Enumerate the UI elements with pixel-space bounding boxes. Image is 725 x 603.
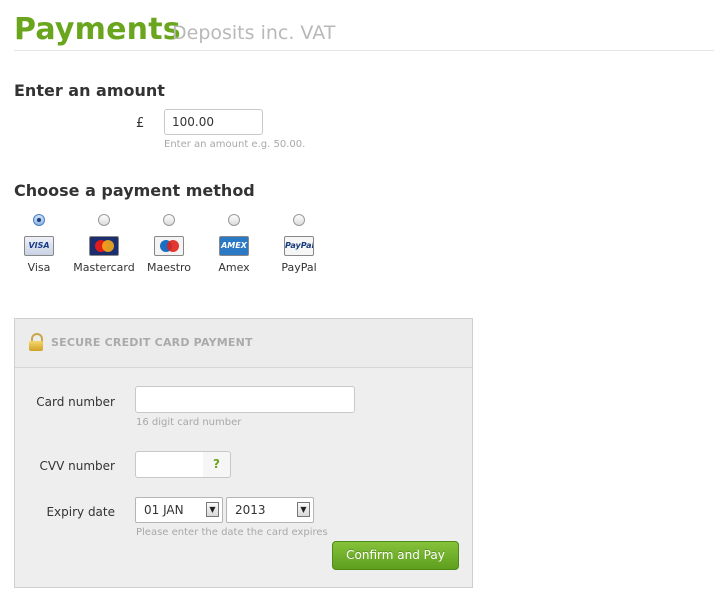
lock-icon [29,333,43,351]
expiry-hint: Please enter the date the card expires [136,527,328,538]
page-header: Payments Deposits inc. VAT [14,10,714,51]
payment-option-maestro[interactable]: Maestro [136,214,202,274]
mastercard-radio[interactable] [98,214,110,226]
card-number-label: Card number [36,395,115,409]
expiry-year-value: 2013 [235,503,266,517]
expiry-year-select[interactable]: 2013 ▼ [226,497,314,523]
card-number-hint: 16 digit card number [136,417,242,428]
secure-panel-title: SECURE CREDIT CARD PAYMENT [51,336,253,349]
payment-option-mastercard[interactable]: Mastercard [71,214,137,274]
currency-symbol: £ [136,116,145,131]
maestro-label: Maestro [146,261,192,274]
paypal-icon: PayPal [284,236,314,256]
card-number-input[interactable] [135,386,355,413]
amex-radio[interactable] [228,214,240,226]
page-subtitle: Deposits inc. VAT [172,22,336,44]
expiry-label: Expiry date [46,505,115,519]
page-title: Payments [14,12,181,47]
amount-heading: Enter an amount [14,81,165,100]
amex-label: Amex [218,261,250,274]
paypal-label: PayPal [281,261,317,274]
maestro-icon [154,236,184,256]
payment-option-amex[interactable]: AMEX Amex [201,214,267,274]
amount-input[interactable]: 100.00 [164,109,263,135]
payment-method-heading: Choose a payment method [14,181,255,200]
cvv-label: CVV number [39,459,115,473]
expiry-month-select[interactable]: 01 JAN ▼ [135,497,223,523]
cvv-help-button[interactable]: ? [203,451,231,478]
maestro-radio[interactable] [163,214,175,226]
chevron-down-icon: ▼ [297,502,310,517]
visa-card-icon: VISA [24,236,54,256]
payment-option-paypal[interactable]: PayPal PayPal [266,214,332,274]
amount-hint: Enter an amount e.g. 50.00. [164,139,306,150]
chevron-down-icon: ▼ [206,502,219,517]
cvv-input[interactable] [135,451,204,478]
payment-option-visa[interactable]: VISA Visa [6,214,72,274]
mastercard-icon [89,236,119,256]
paypal-radio[interactable] [293,214,305,226]
visa-radio[interactable] [33,214,45,226]
amex-icon: AMEX [219,236,249,256]
visa-label: Visa [27,261,51,274]
secure-panel-header: SECURE CREDIT CARD PAYMENT [15,319,472,368]
confirm-and-pay-button[interactable]: Confirm and Pay [332,541,459,570]
mastercard-label: Mastercard [73,261,135,274]
expiry-month-value: 01 JAN [144,503,184,517]
